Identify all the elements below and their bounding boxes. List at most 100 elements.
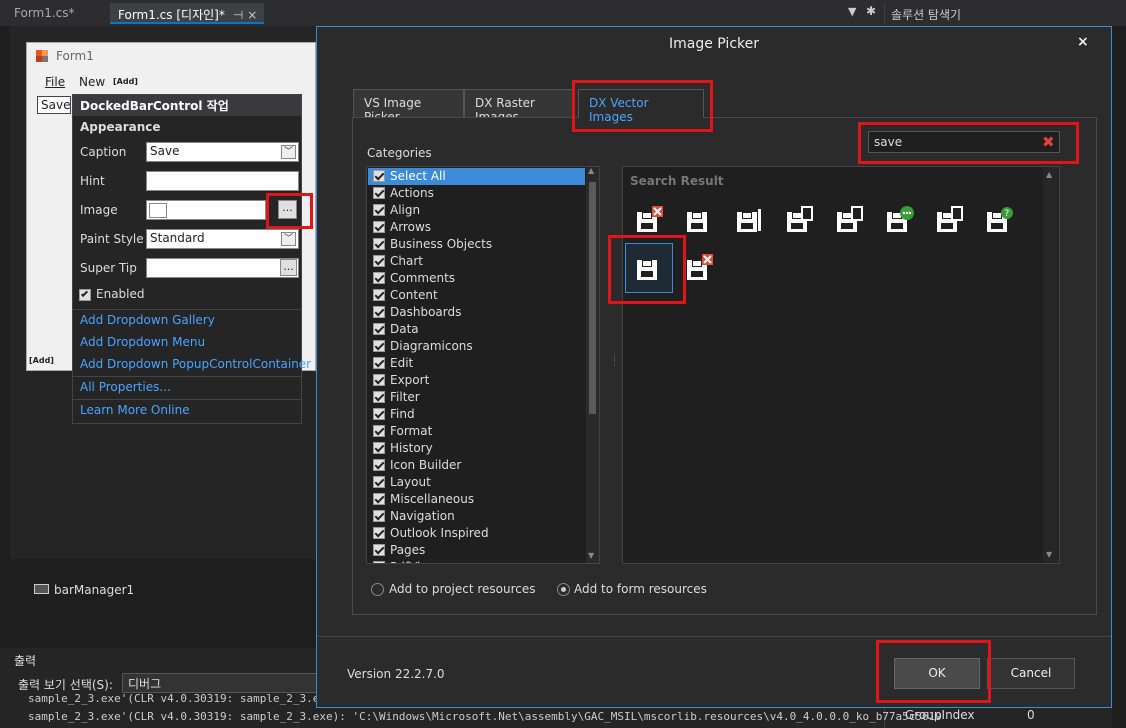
learn-more-link[interactable]: Learn More Online <box>80 403 190 417</box>
gear-icon[interactable]: ✱ <box>866 4 876 18</box>
category-checkbox[interactable] <box>373 391 385 403</box>
category-item[interactable]: Outlook Inspired <box>368 525 585 542</box>
category-checkbox[interactable] <box>373 221 385 233</box>
category-checkbox[interactable] <box>373 476 385 488</box>
close-icon[interactable]: × <box>1077 34 1089 50</box>
add-to-project-radio[interactable] <box>371 583 384 596</box>
category-item[interactable]: Filter <box>368 389 585 406</box>
category-item[interactable]: Arrows <box>368 219 585 236</box>
results-scrollbar[interactable] <box>1043 167 1059 563</box>
category-item[interactable]: Actions <box>368 185 585 202</box>
save-icon[interactable] <box>882 203 916 237</box>
save-icon[interactable] <box>632 203 666 237</box>
category-checkbox[interactable] <box>373 425 385 437</box>
tab-dropdown-icon[interactable]: ▼ <box>848 5 856 18</box>
category-checkbox[interactable] <box>373 238 385 250</box>
save-icon[interactable] <box>682 203 716 237</box>
category-checkbox[interactable] <box>373 459 385 471</box>
splitter-grip[interactable]: ⋮ ⋮ <box>610 354 619 368</box>
category-item[interactable]: Data <box>368 321 585 338</box>
category-item[interactable]: Navigation <box>368 508 585 525</box>
tab-dx-raster-images[interactable]: DX Raster Images <box>464 89 574 124</box>
tab-form1-cs[interactable]: Form1.cs* <box>6 3 108 24</box>
image-field[interactable] <box>146 200 266 220</box>
category-checkbox[interactable] <box>373 204 385 216</box>
pin-icon[interactable]: ⊣ <box>233 8 243 22</box>
category-checkbox[interactable] <box>373 527 385 539</box>
category-checkbox[interactable] <box>373 340 385 352</box>
category-item[interactable]: Content <box>368 287 585 304</box>
menu-add-button[interactable]: [Add] <box>113 77 138 86</box>
bar-manager-component[interactable]: barManager1 <box>54 583 134 597</box>
all-properties-link[interactable]: All Properties... <box>80 380 171 394</box>
bar-item-save[interactable]: Save <box>37 96 71 114</box>
category-item[interactable]: Pages <box>368 542 585 559</box>
output-source-combo[interactable]: 디버그 <box>122 673 322 693</box>
save-icon[interactable] <box>732 203 766 237</box>
category-checkbox[interactable] <box>373 510 385 522</box>
super-tip-field[interactable]: ... <box>146 258 299 278</box>
add-dropdown-popup-link[interactable]: Add Dropdown PopupControlContainer <box>80 357 311 371</box>
category-item[interactable]: Select All <box>368 168 585 185</box>
category-checkbox[interactable] <box>373 187 385 199</box>
category-checkbox[interactable] <box>373 561 385 563</box>
category-item[interactable]: Layout <box>368 474 585 491</box>
category-checkbox[interactable] <box>373 357 385 369</box>
add-dropdown-gallery-link[interactable]: Add Dropdown Gallery <box>80 313 215 327</box>
category-checkbox[interactable] <box>373 255 385 267</box>
chevron-down-icon[interactable]: ﹀ <box>281 232 296 246</box>
category-item[interactable]: Comments <box>368 270 585 287</box>
add-dropdown-menu-link[interactable]: Add Dropdown Menu <box>80 335 205 349</box>
category-item[interactable]: Format <box>368 423 585 440</box>
super-tip-browse-button[interactable]: ... <box>280 259 297 276</box>
category-item[interactable]: PdfViewer <box>368 559 585 563</box>
solution-explorer-title[interactable]: 솔루션 탐색기 <box>884 3 1126 24</box>
category-checkbox[interactable] <box>373 170 385 182</box>
category-item[interactable]: History <box>368 440 585 457</box>
save-icon[interactable]: ? <box>982 203 1016 237</box>
category-item[interactable]: Edit <box>368 355 585 372</box>
category-item[interactable]: Business Objects <box>368 236 585 253</box>
save-icon[interactable] <box>682 251 716 285</box>
scroll-up-icon[interactable]: ▲ <box>1046 170 1052 179</box>
category-item[interactable]: Miscellaneous <box>368 491 585 508</box>
hint-input[interactable] <box>146 171 299 191</box>
scroll-down-icon[interactable]: ▼ <box>1046 550 1052 559</box>
menu-new[interactable]: New <box>79 75 105 89</box>
categories-list[interactable]: Select All Actions Align Arrows Business Obj… <box>366 166 600 564</box>
scroll-up-icon[interactable]: ▲ <box>588 166 594 175</box>
add-to-project-label[interactable]: Add to project resources <box>389 582 536 596</box>
save-icon[interactable] <box>832 203 866 237</box>
tab-vs-image-picker[interactable]: VS Image Picker <box>353 89 464 124</box>
category-item[interactable]: Chart <box>368 253 585 270</box>
menu-file[interactable]: File <box>45 75 65 89</box>
category-checkbox[interactable] <box>373 442 385 454</box>
tab-form1-designer[interactable]: Form1.cs [디자인]* ⊣ × <box>110 3 264 24</box>
category-checkbox[interactable] <box>373 374 385 386</box>
category-item[interactable]: Export <box>368 372 585 389</box>
categories-scroll-thumb[interactable] <box>589 182 596 414</box>
category-item[interactable]: Align <box>368 202 585 219</box>
category-checkbox[interactable] <box>373 408 385 420</box>
category-checkbox[interactable] <box>373 289 385 301</box>
category-checkbox[interactable] <box>373 306 385 318</box>
add-to-form-radio[interactable] <box>557 583 570 596</box>
close-icon[interactable]: × <box>247 8 257 22</box>
category-item[interactable]: Diagramicons <box>368 338 585 355</box>
paint-style-combo[interactable]: Standard ﹀ <box>146 229 299 249</box>
save-icon[interactable] <box>932 203 966 237</box>
category-checkbox[interactable] <box>373 493 385 505</box>
category-checkbox[interactable] <box>373 323 385 335</box>
save-icon[interactable] <box>782 203 816 237</box>
cancel-button[interactable]: Cancel <box>987 658 1075 689</box>
category-item[interactable]: Find <box>368 406 585 423</box>
category-checkbox[interactable] <box>373 272 385 284</box>
category-item[interactable]: Dashboards <box>368 304 585 321</box>
add-bar-button[interactable]: [Add] <box>29 356 54 365</box>
category-checkbox[interactable] <box>373 544 385 556</box>
enabled-checkbox[interactable] <box>79 289 91 301</box>
scroll-down-icon[interactable]: ▼ <box>588 551 594 560</box>
category-item[interactable]: Icon Builder <box>368 457 585 474</box>
chevron-down-icon[interactable]: ﹀ <box>281 145 296 159</box>
add-to-form-label[interactable]: Add to form resources <box>574 582 707 596</box>
